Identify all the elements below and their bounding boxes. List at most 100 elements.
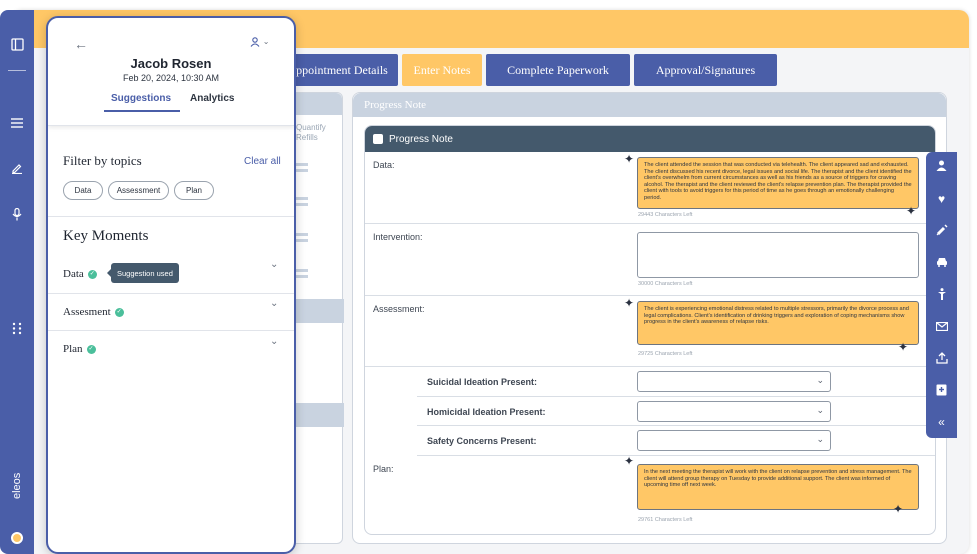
- filter-title: Filter by topics: [63, 153, 142, 168]
- tab-appointment-details[interactable]: ppointment Details: [286, 54, 398, 86]
- suicidal-row: Suicidal Ideation Present: ⌄: [417, 367, 935, 397]
- section-title: Progress Note: [353, 93, 946, 117]
- right-toolbar: ♥ «: [926, 152, 957, 438]
- key-moments-title: Key Moments: [63, 228, 149, 244]
- chevron-down-icon[interactable]: ⌄: [270, 259, 278, 270]
- client-name: Jacob Rosen: [130, 56, 212, 71]
- microphone-icon[interactable]: [0, 207, 34, 224]
- check-icon: ✓: [87, 269, 97, 279]
- assessment-label: Assessment:: [373, 304, 425, 314]
- check-icon: ✓: [114, 307, 124, 317]
- tab-complete-paperwork[interactable]: Complete Paperwork: [486, 54, 630, 86]
- suggestions-panel: ← ⌄ Jacob Rosen Feb 20, 2024, 10:30 AM S…: [46, 16, 296, 554]
- tab-label: ppointment Details: [296, 62, 388, 77]
- intervention-textarea[interactable]: [637, 232, 919, 278]
- session-date: Feb 20, 2024, 10:30 AM: [122, 73, 220, 83]
- medical-record-icon[interactable]: [926, 384, 957, 399]
- sparkle-icon: ✦: [893, 502, 904, 516]
- checkbox-label: Progress Note: [389, 133, 453, 145]
- placeholder-bar: [296, 233, 308, 236]
- chip-data[interactable]: Data: [63, 181, 103, 200]
- divider: [48, 216, 294, 217]
- tab-analytics[interactable]: Analytics: [190, 93, 234, 104]
- chevron-down-icon: ⌄: [816, 375, 824, 385]
- brand-logo: eleos: [11, 472, 23, 499]
- chip-assessment[interactable]: Assessment: [108, 181, 169, 200]
- data-row: Data: ✦ The client attended the session …: [365, 152, 935, 224]
- clear-all-link[interactable]: Clear all: [244, 156, 281, 167]
- key-moment-data[interactable]: Data ✓: [63, 268, 97, 280]
- homicidal-select[interactable]: ⌄: [637, 401, 831, 422]
- progress-note-checkbox[interactable]: [373, 134, 383, 144]
- key-moment-assessment[interactable]: Assesment ✓: [63, 306, 124, 318]
- panel-header: ← ⌄ Jacob Rosen Feb 20, 2024, 10:30 AM S…: [48, 18, 294, 126]
- tab-suggestions[interactable]: Suggestions: [111, 93, 171, 104]
- suicidal-label: Suicidal Ideation Present:: [427, 377, 538, 387]
- edit-icon[interactable]: [0, 162, 34, 177]
- placeholder-bar: [296, 203, 308, 206]
- divider: [48, 330, 294, 331]
- data-chars-left: 29443 Characters Left: [638, 212, 693, 218]
- divider: [48, 293, 294, 294]
- data-textarea[interactable]: The client attended the session that was…: [637, 157, 919, 209]
- mail-icon[interactable]: [926, 320, 957, 334]
- chevron-down-icon[interactable]: ⌄: [270, 298, 278, 309]
- intervention-chars-left: 30000 Characters Left: [638, 281, 693, 287]
- sparkle-icon: ✦: [906, 204, 917, 218]
- assessment-chars-left: 29725 Characters Left: [638, 351, 693, 357]
- placeholder-bar: [296, 269, 308, 272]
- sparkle-icon: ✦: [624, 454, 635, 468]
- key-moment-label: Plan: [63, 343, 83, 355]
- check-icon: ✓: [86, 344, 96, 354]
- syringe-icon[interactable]: [926, 224, 957, 239]
- list-icon[interactable]: [0, 116, 34, 131]
- left-rail: eleos: [0, 10, 34, 554]
- apps-grid-icon[interactable]: [0, 322, 34, 338]
- safety-label: Safety Concerns Present:: [427, 436, 537, 446]
- tab-enter-notes[interactable]: Enter Notes: [402, 54, 482, 86]
- key-moment-plan[interactable]: Plan ✓: [63, 343, 96, 355]
- sparkle-icon: ✦: [898, 340, 909, 354]
- sparkle-icon: ✦: [624, 296, 635, 310]
- key-moment-label: Assesment: [63, 306, 111, 318]
- person-icon[interactable]: [926, 160, 957, 174]
- tab-approval-signatures[interactable]: Approval/Signatures: [634, 54, 777, 86]
- plan-chars-left: 29761 Characters Left: [638, 517, 693, 523]
- tab-label: Approval/Signatures: [655, 62, 756, 77]
- user-menu-button[interactable]: ⌄: [250, 37, 276, 53]
- data-label: Data:: [373, 160, 395, 170]
- safety-row: Safety Concerns Present: ⌄: [417, 426, 935, 456]
- car-icon[interactable]: [926, 256, 957, 270]
- placeholder-bar: [296, 239, 308, 242]
- chevron-down-icon: ⌄: [816, 405, 824, 415]
- placeholder-bar: [296, 169, 308, 172]
- sparkle-icon: ✦: [624, 152, 635, 166]
- status-avatar[interactable]: [11, 532, 23, 544]
- plan-textarea[interactable]: In the next meeting the therapist will w…: [637, 464, 919, 510]
- heart-icon[interactable]: ♥: [926, 192, 957, 206]
- chevron-down-icon: ⌄: [262, 37, 270, 46]
- homicidal-label: Homicidal Ideation Present:: [427, 407, 546, 417]
- figure-icon[interactable]: [926, 288, 957, 303]
- key-moment-label: Data: [63, 268, 84, 280]
- placeholder-bar: [296, 197, 308, 200]
- collapse-chevrons-icon[interactable]: «: [926, 415, 957, 429]
- progress-note-header: Progress Note: [365, 126, 935, 152]
- upload-icon[interactable]: [926, 352, 957, 367]
- tab-label: Enter Notes: [413, 62, 471, 77]
- back-arrow-icon[interactable]: ←: [74, 36, 88, 52]
- plan-row: Plan: ✦ In the next meeting the therapis…: [365, 454, 935, 534]
- chevron-down-icon[interactable]: ⌄: [270, 336, 278, 347]
- column-header: Quantify Refills: [296, 123, 326, 142]
- tab-label: Complete Paperwork: [507, 62, 609, 77]
- chip-plan[interactable]: Plan: [174, 181, 214, 200]
- suggestion-used-tooltip: Suggestion used: [107, 263, 179, 283]
- intervention-row: Intervention: 30000 Characters Left: [365, 224, 935, 296]
- active-tab-indicator: [104, 110, 180, 112]
- intervention-label: Intervention:: [373, 232, 423, 242]
- plan-label: Plan:: [373, 464, 394, 474]
- suicidal-select[interactable]: ⌄: [637, 371, 831, 392]
- safety-select[interactable]: ⌄: [637, 430, 831, 451]
- assessment-textarea[interactable]: The client is experiencing emotional dis…: [637, 301, 919, 345]
- collapse-sidebar-icon[interactable]: [0, 38, 34, 54]
